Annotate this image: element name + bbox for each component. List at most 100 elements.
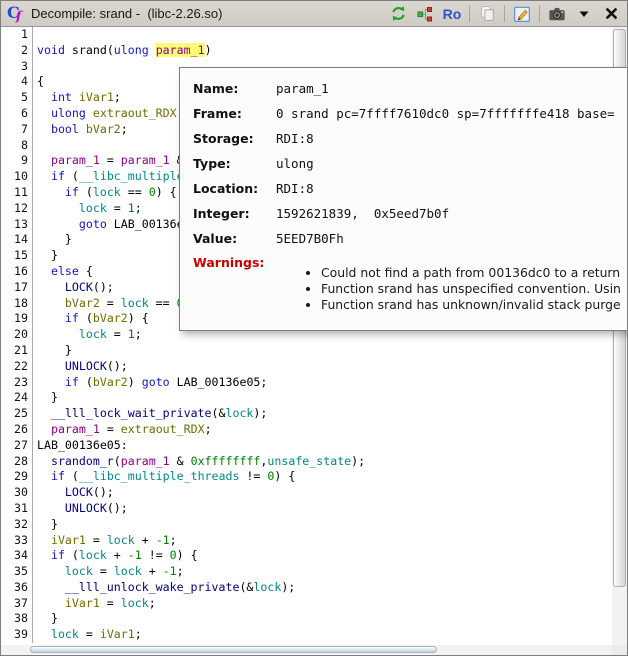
code-text[interactable]: } [33, 232, 72, 248]
tooltip-row: Storage:RDI:8 [193, 126, 628, 151]
code-text[interactable] [33, 138, 37, 154]
code-text[interactable] [33, 27, 37, 43]
code-text[interactable]: } [33, 248, 58, 264]
line-number: 18 [1, 296, 33, 312]
line-number: 10 [1, 169, 33, 185]
line-number: 8 [1, 138, 33, 154]
code-text[interactable]: int iVar1; [33, 90, 121, 106]
decompile-window: Cf Decompile: srand - (libc-2.26.so) [0, 0, 628, 656]
code-text[interactable]: if (__libc_multiple_threads != 0) { [33, 469, 295, 485]
code-line: 34 if (lock + -1 != 0) { [1, 548, 612, 564]
code-text[interactable]: else { [33, 264, 93, 280]
line-number: 22 [1, 359, 33, 375]
code-text[interactable] [33, 59, 37, 75]
tooltip-row-value: ulong [276, 156, 314, 171]
code-text[interactable]: srandom_r(param_1 & 0xffffffff,unsafe_st… [33, 454, 365, 470]
line-number: 12 [1, 201, 33, 217]
code-text[interactable]: lock = 1; [33, 201, 142, 217]
line-number: 4 [1, 74, 33, 90]
code-line: 26 param_1 = extraout_RDX; [1, 422, 612, 438]
toolbar: Ro [388, 4, 621, 24]
copy-icon[interactable] [477, 4, 497, 24]
tooltip-row: Type:ulong [193, 151, 628, 176]
code-text[interactable]: iVar1 = lock + -1; [33, 533, 177, 549]
code-text[interactable]: } [33, 343, 72, 359]
tooltip-row: Name:param_1 [193, 76, 628, 101]
horizontal-scrollbar[interactable] [1, 645, 612, 655]
code-text[interactable]: { [33, 74, 44, 90]
line-number: 28 [1, 454, 33, 470]
code-text[interactable]: if (bVar2) { [33, 311, 149, 327]
code-line: 24 } [1, 390, 612, 406]
code-text[interactable]: lock = 1; [33, 327, 142, 343]
line-number: 17 [1, 280, 33, 296]
tooltip-row-label: Type: [193, 156, 276, 171]
code-text[interactable]: bool bVar2; [33, 122, 128, 138]
variable-tooltip: Name:param_1Frame:0 srand pc=7ffff7610dc… [179, 67, 628, 331]
tooltip-row: Location:RDI:8 [193, 176, 628, 201]
code-text[interactable]: if (bVar2) goto LAB_00136e05; [33, 375, 267, 391]
code-text[interactable]: goto LAB_00136e [33, 217, 184, 233]
code-text[interactable]: } [33, 611, 58, 627]
line-number: 32 [1, 517, 33, 533]
tooltip-row-value: param_1 [276, 81, 329, 96]
code-text[interactable]: lock = lock + -1; [33, 564, 184, 580]
ro-button[interactable]: Ro [442, 4, 462, 24]
tooltip-row-label: Integer: [193, 206, 276, 221]
code-text[interactable]: param_1 = extraout_RDX; [33, 422, 212, 438]
tooltip-row-label: Value: [193, 231, 276, 246]
line-number: 7 [1, 122, 33, 138]
code-text[interactable]: __lll_lock_wait_private(&lock); [33, 406, 267, 422]
close-icon[interactable] [601, 4, 621, 24]
tooltip-row: Integer:1592621839, 0x5eed7b0f [193, 201, 628, 226]
toolbar-separator [539, 5, 540, 22]
code-line: 27LAB_00136e05: [1, 438, 612, 454]
tooltip-row-label: Name: [193, 81, 276, 96]
code-text[interactable]: __lll_unlock_wake_private(&lock); [33, 580, 295, 596]
code-text[interactable]: bVar2 = lock == 0 [33, 296, 184, 312]
tooltip-row: Value:5EED7B0Fh [193, 226, 628, 251]
code-text[interactable]: UNLOCK(); [33, 501, 128, 517]
tooltip-warning-item: Function srand has unknown/invalid stack… [321, 297, 621, 313]
decompiler-cf-icon: Cf [7, 5, 25, 23]
code-text[interactable]: void srand(ulong param_1) [33, 43, 212, 59]
code-text[interactable]: param_1 = param_1 & [33, 153, 184, 169]
line-number: 13 [1, 217, 33, 233]
line-number: 5 [1, 90, 33, 106]
line-number: 24 [1, 390, 33, 406]
code-text[interactable]: LOCK(); [33, 485, 114, 501]
tooltip-warning-item: Could not find a path from 00136dc0 to a… [321, 265, 621, 281]
code-text[interactable]: } [33, 517, 58, 533]
code-text[interactable]: lock = iVar1; [33, 627, 142, 643]
code-text[interactable]: ulong extraout_RDX; [33, 106, 184, 122]
tooltip-row-value: RDI:8 [276, 181, 314, 196]
line-number: 34 [1, 548, 33, 564]
line-number: 30 [1, 485, 33, 501]
menu-chevron-icon[interactable] [574, 4, 594, 24]
edit-icon[interactable] [512, 4, 532, 24]
titlebar: Cf Decompile: srand - (libc-2.26.so) [1, 1, 627, 27]
code-text[interactable]: LAB_00136e05: [33, 438, 128, 454]
line-number: 14 [1, 232, 33, 248]
code-line: 28 srandom_r(param_1 & 0xffffffff,unsafe… [1, 454, 612, 470]
code-line: 2void srand(ulong param_1) [1, 43, 612, 59]
code-line: 29 if (__libc_multiple_threads != 0) { [1, 469, 612, 485]
code-line: 39 lock = iVar1; [1, 627, 612, 643]
ro-button-label: Ro [443, 6, 462, 22]
code-line: 30 LOCK(); [1, 485, 612, 501]
code-text[interactable]: if (lock + -1 != 0) { [33, 548, 198, 564]
snapshot-icon[interactable] [547, 4, 567, 24]
code-text[interactable]: UNLOCK(); [33, 359, 128, 375]
line-number: 15 [1, 248, 33, 264]
code-text[interactable]: if (lock == 0) { [33, 185, 177, 201]
code-text[interactable]: if (__libc_multiple [33, 169, 184, 185]
line-number: 37 [1, 596, 33, 612]
horizontal-scrollbar-thumb[interactable] [30, 646, 437, 653]
tooltip-row: Frame:0 srand pc=7ffff7610dc0 sp=7ffffff… [193, 101, 628, 126]
tooltip-row-value: 5EED7B0Fh [276, 231, 344, 246]
code-text[interactable]: LOCK(); [33, 280, 114, 296]
code-text[interactable]: } [33, 390, 58, 406]
graph-icon[interactable] [415, 4, 435, 24]
code-text[interactable]: iVar1 = lock; [33, 596, 156, 612]
refresh-icon[interactable] [388, 4, 408, 24]
